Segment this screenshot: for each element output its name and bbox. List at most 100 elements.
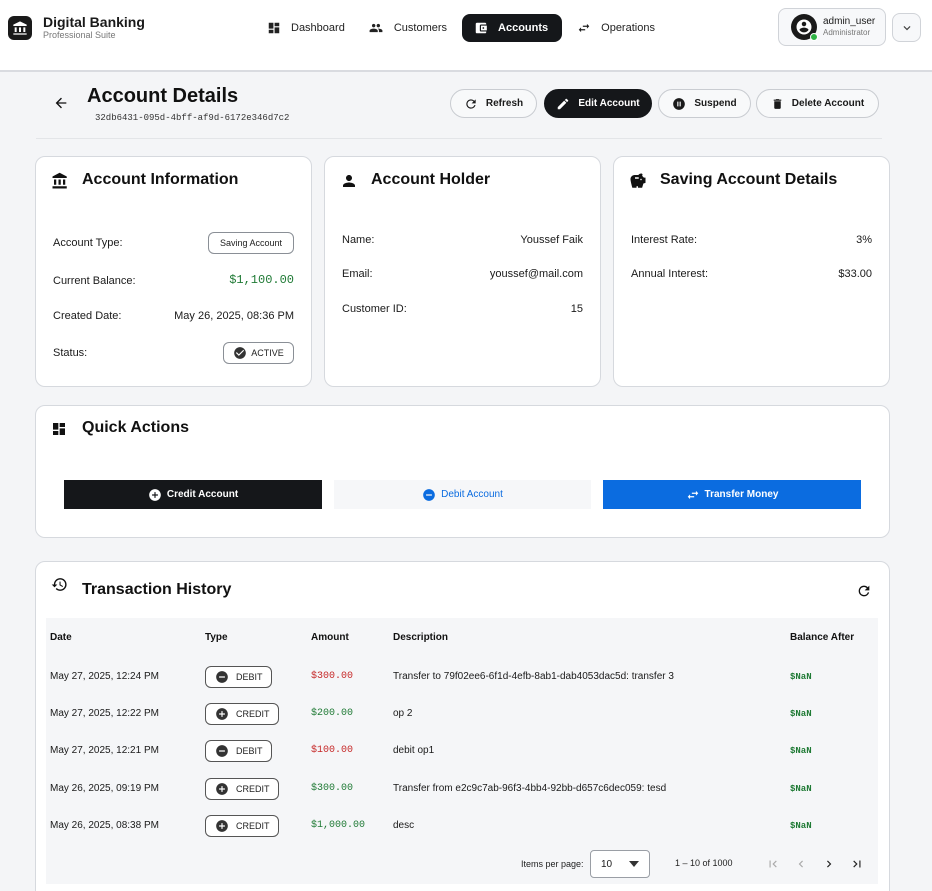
column-header-type[interactable]: Type xyxy=(205,632,228,643)
account-information-card: Account Information Account Type: Saving… xyxy=(35,156,312,387)
user-name: admin_user xyxy=(823,16,876,27)
edit-account-button[interactable]: Edit Account xyxy=(544,89,652,118)
last-page-icon xyxy=(853,860,861,868)
status-label: Status: xyxy=(53,347,88,359)
user-menu-button[interactable] xyxy=(892,13,921,42)
trash-icon xyxy=(773,98,782,109)
transfer-money-button[interactable]: Transfer Money xyxy=(603,480,861,509)
table-row-description: debit op1 xyxy=(393,745,435,756)
interest-rate-label: Interest Rate: xyxy=(631,234,698,246)
holder-name-label: Name: xyxy=(342,234,375,246)
status-badge: ACTIVE xyxy=(223,342,294,364)
table-row-amount: $300.00 xyxy=(311,783,354,794)
transfer-money-label: Transfer Money xyxy=(704,489,779,500)
column-header-date[interactable]: Date xyxy=(50,632,72,643)
table-row-description: Transfer from e2c9c7ab-96f3-4bb4-92bb-d6… xyxy=(393,783,667,794)
next-page-button[interactable] xyxy=(821,856,837,872)
type-badge-credit: CREDIT xyxy=(205,703,279,725)
table-row-date: May 27, 2025, 12:21 PM xyxy=(50,745,159,756)
add-circle-icon xyxy=(216,820,228,832)
current-balance-label: Current Balance: xyxy=(53,275,136,287)
refresh-icon[interactable] xyxy=(856,583,872,599)
items-per-page-label: Items per page: xyxy=(521,859,584,869)
table-row-amount: $200.00 xyxy=(311,708,354,719)
dashboard-icon xyxy=(268,22,280,34)
interest-rate-value: 3% xyxy=(856,234,872,246)
edit-account-label: Edit Account xyxy=(578,98,640,109)
main-nav: Dashboard Customers Accounts Operations xyxy=(259,14,670,42)
delete-account-label: Delete Account xyxy=(791,98,865,109)
chevron-right-icon xyxy=(827,860,832,868)
quick-actions-title: Quick Actions xyxy=(82,419,189,436)
table-row-balance: $NaN xyxy=(790,821,812,831)
dashboard-icon xyxy=(53,423,65,435)
debit-account-label: Debit Account xyxy=(441,489,503,500)
type-label: DEBIT xyxy=(236,746,263,756)
swap-icon xyxy=(578,23,590,33)
previous-page-button[interactable] xyxy=(793,856,809,872)
current-balance-value: $1,100.00 xyxy=(229,273,294,287)
suspend-button[interactable]: Suspend xyxy=(658,89,751,118)
nav-accounts-label: Accounts xyxy=(498,22,549,34)
delete-account-button[interactable]: Delete Account xyxy=(756,89,879,118)
suspend-label: Suspend xyxy=(694,98,737,109)
column-header-amount[interactable]: Amount xyxy=(311,632,349,643)
table-row-balance: $NaN xyxy=(790,709,812,719)
arrow-back-icon xyxy=(55,97,67,109)
user-profile[interactable]: admin_user Administrator xyxy=(778,8,886,46)
nav-dashboard[interactable]: Dashboard xyxy=(259,14,353,42)
customer-id-value: 15 xyxy=(570,303,583,315)
online-status-dot xyxy=(810,33,818,41)
holder-name-value: Youssef Faik xyxy=(520,234,583,246)
refresh-button[interactable]: Refresh xyxy=(450,89,537,118)
brand[interactable]: Digital Banking Professional Suite xyxy=(8,14,145,41)
holder-email-value: youssef@mail.com xyxy=(489,268,583,280)
page-size-value: 10 xyxy=(601,858,613,870)
history-icon xyxy=(51,578,67,591)
table-row-balance: $NaN xyxy=(790,746,812,756)
transactions-table xyxy=(46,618,878,884)
top-bar: Digital Banking Professional Suite Dashb… xyxy=(0,0,932,72)
bank-logo-icon xyxy=(8,15,32,40)
account-type-chip: Saving Account xyxy=(208,232,294,254)
transaction-history-title: Transaction History xyxy=(82,581,232,598)
account-id: 32db6431-095d-4bff-af9d-6172e346d7c2 xyxy=(95,113,290,123)
credit-account-button[interactable]: Credit Account xyxy=(64,480,322,509)
column-header-balance-after[interactable]: Balance After xyxy=(790,632,854,643)
last-page-button[interactable] xyxy=(849,856,865,872)
pause-circle-icon xyxy=(673,97,686,110)
nav-operations[interactable]: Operations xyxy=(569,14,663,42)
table-row-amount: $1,000.00 xyxy=(311,820,366,831)
check-circle-icon xyxy=(234,347,247,359)
piggy-bank-icon xyxy=(630,173,646,188)
swap-icon xyxy=(687,490,698,499)
type-badge-debit: DEBIT xyxy=(205,666,272,688)
refresh-label: Refresh xyxy=(485,98,524,109)
first-page-button[interactable] xyxy=(765,856,781,872)
header-divider xyxy=(36,138,882,139)
page-size-select[interactable]: 10 xyxy=(590,850,650,878)
add-circle-icon xyxy=(149,488,161,501)
edit-icon xyxy=(558,98,569,109)
nav-accounts[interactable]: Accounts xyxy=(462,14,563,42)
page-range: 1 – 10 of 1000 xyxy=(675,858,733,868)
table-row-description: Transfer to 79f02ee6-6f1d-4efb-8ab1-dab4… xyxy=(393,671,674,682)
nav-customers[interactable]: Customers xyxy=(360,14,455,42)
app-subtitle: Professional Suite xyxy=(43,30,116,40)
account-holder-title: Account Holder xyxy=(371,171,491,188)
avatar xyxy=(791,14,818,41)
bank-icon xyxy=(52,172,67,189)
remove-circle-icon xyxy=(216,745,228,757)
type-label: CREDIT xyxy=(236,821,270,831)
debit-account-button[interactable]: Debit Account xyxy=(334,480,591,509)
back-button[interactable] xyxy=(52,94,70,112)
app-title: Digital Banking xyxy=(43,14,145,30)
person-icon xyxy=(343,175,355,187)
account-holder-card: Account Holder Name: Youssef Faik Email:… xyxy=(324,156,601,387)
holder-email-label: Email: xyxy=(342,268,373,280)
column-header-description[interactable]: Description xyxy=(393,632,448,643)
chevron-down-icon xyxy=(903,25,910,30)
type-label: DEBIT xyxy=(236,672,263,682)
account-type-label: Account Type: xyxy=(53,237,123,249)
table-row-date: May 26, 2025, 09:19 PM xyxy=(50,783,159,794)
